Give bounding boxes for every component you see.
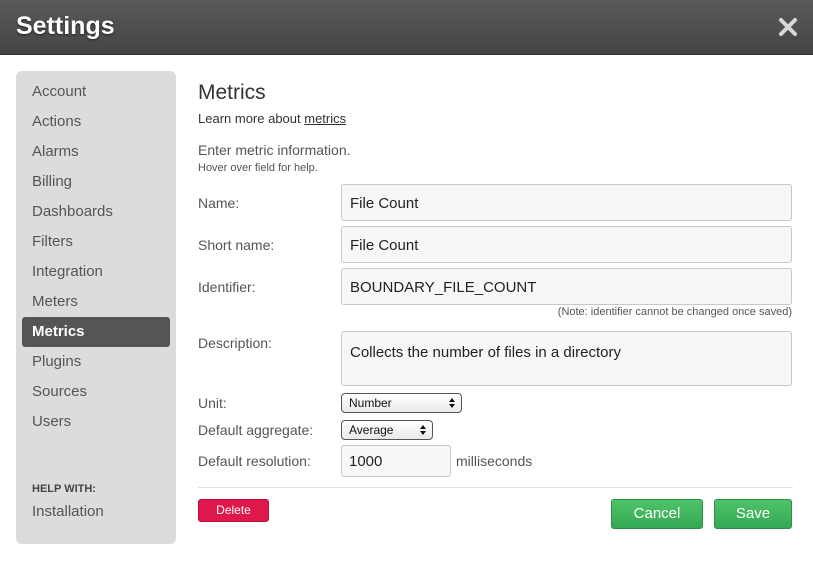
identifier-note: (Note: identifier cannot be changed once… bbox=[557, 306, 792, 318]
sidebar-item-label: Meters bbox=[32, 293, 78, 310]
sidebar-item-actions[interactable]: Actions bbox=[22, 107, 170, 137]
metrics-help-link[interactable]: metrics bbox=[304, 111, 346, 126]
short-name-label: Short name: bbox=[198, 237, 275, 253]
sidebar-item-label: Metrics bbox=[32, 323, 85, 340]
sidebar-item-account[interactable]: Account bbox=[22, 77, 170, 107]
aggregate-select-value: Average bbox=[349, 423, 394, 437]
name-field[interactable]: File Count bbox=[341, 184, 792, 221]
window-title: Settings bbox=[16, 12, 115, 40]
identifier-label: Identifier: bbox=[198, 279, 256, 295]
sidebar-item-label: Actions bbox=[32, 113, 82, 130]
sidebar-item-plugins[interactable]: Plugins bbox=[22, 347, 170, 377]
select-arrows-icon bbox=[420, 425, 426, 435]
hover-help-text: Hover over field for help. bbox=[198, 162, 318, 174]
sidebar-item-metrics[interactable]: Metrics bbox=[22, 317, 170, 347]
sidebar-item-sources[interactable]: Sources bbox=[22, 377, 170, 407]
sidebar-item-alarms[interactable]: Alarms bbox=[22, 137, 170, 167]
description-label: Description: bbox=[198, 335, 272, 351]
sidebar-item-dashboards[interactable]: Dashboards bbox=[22, 197, 170, 227]
title-bar: Settings bbox=[0, 0, 813, 55]
learn-more-text: Learn more about metrics bbox=[198, 111, 346, 126]
sidebar-item-label: Filters bbox=[32, 233, 73, 250]
sidebar-item-meters[interactable]: Meters bbox=[22, 287, 170, 317]
help-heading: HELP WITH: bbox=[32, 483, 96, 495]
resolution-label: Default resolution: bbox=[198, 453, 311, 469]
sidebar-item-label: Sources bbox=[32, 383, 88, 400]
page-title: Metrics bbox=[198, 81, 266, 104]
sidebar: Account Actions Alarms Billing Dashboard… bbox=[16, 71, 176, 544]
unit-select-value: Number bbox=[349, 396, 392, 410]
help-link-installation[interactable]: Installation bbox=[32, 503, 104, 520]
description-field[interactable]: Collects the number of files in a direct… bbox=[341, 331, 792, 386]
short-name-field[interactable]: File Count bbox=[341, 226, 792, 263]
sidebar-item-label: Users bbox=[32, 413, 72, 430]
sidebar-item-label: Account bbox=[32, 83, 87, 100]
sidebar-item-label: Billing bbox=[32, 173, 73, 190]
sidebar-item-filters[interactable]: Filters bbox=[22, 227, 170, 257]
select-arrows-icon bbox=[449, 398, 455, 408]
save-button[interactable]: Save bbox=[714, 499, 792, 529]
delete-button[interactable]: Delete bbox=[198, 499, 269, 522]
name-label: Name: bbox=[198, 195, 240, 211]
close-icon[interactable] bbox=[777, 16, 799, 38]
sidebar-item-label: Dashboards bbox=[32, 203, 113, 220]
unit-label: Unit: bbox=[198, 395, 227, 411]
learn-more-prefix: Learn more about bbox=[198, 111, 305, 126]
intro-text: Enter metric information. bbox=[198, 142, 351, 158]
sidebar-item-users[interactable]: Users bbox=[22, 407, 170, 437]
aggregate-select[interactable]: Average bbox=[341, 420, 433, 440]
resolution-units: milliseconds bbox=[456, 453, 533, 469]
metric-form-panel: Metrics Learn more about metrics Enter m… bbox=[198, 55, 793, 561]
sidebar-item-label: Plugins bbox=[32, 353, 82, 370]
sidebar-item-label: Alarms bbox=[32, 143, 79, 160]
resolution-field[interactable] bbox=[341, 445, 451, 477]
settings-content: Account Actions Alarms Billing Dashboard… bbox=[0, 55, 813, 561]
sidebar-item-billing[interactable]: Billing bbox=[22, 167, 170, 197]
aggregate-label: Default aggregate: bbox=[198, 422, 314, 438]
sidebar-item-integration[interactable]: Integration bbox=[22, 257, 170, 287]
cancel-button[interactable]: Cancel bbox=[611, 499, 703, 529]
sidebar-item-label: Integration bbox=[32, 263, 103, 280]
identifier-field[interactable]: BOUNDARY_FILE_COUNT bbox=[341, 268, 792, 305]
divider bbox=[198, 487, 793, 488]
unit-select[interactable]: Number bbox=[341, 393, 462, 413]
